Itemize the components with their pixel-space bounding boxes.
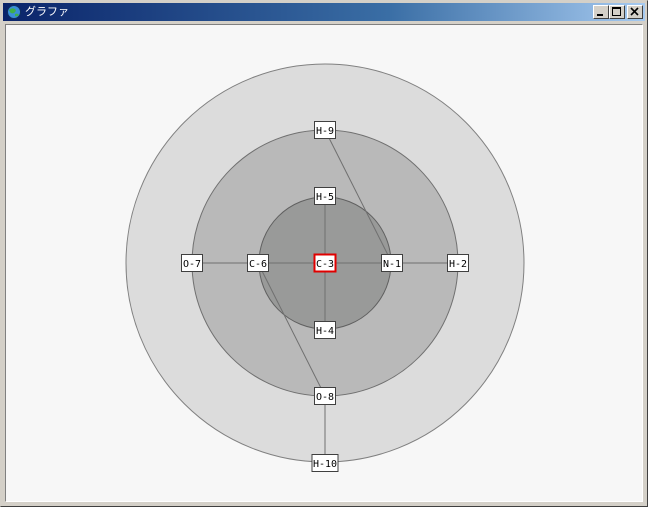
atom-node-c-6[interactable]: C-6 xyxy=(247,254,269,272)
atom-node-o-8[interactable]: O-8 xyxy=(314,387,336,405)
maximize-icon xyxy=(612,7,621,16)
atom-node-label: O-8 xyxy=(316,392,334,403)
maximize-button[interactable] xyxy=(609,5,625,19)
atom-node-label: H-4 xyxy=(316,326,334,337)
minimize-button[interactable] xyxy=(593,5,609,19)
graph-canvas-area[interactable]: C-3 H-9 H-5 N-1 H-2 O-7 C-6 H-4 O-8 H-10 xyxy=(5,24,643,502)
atom-node-label: H-9 xyxy=(316,126,334,137)
atom-node-h-9[interactable]: H-9 xyxy=(314,121,336,139)
close-button[interactable] xyxy=(627,5,643,19)
minimize-icon xyxy=(597,14,603,16)
close-icon xyxy=(630,7,639,16)
atom-node-label: H-2 xyxy=(449,259,467,270)
title-bar[interactable]: グラファ xyxy=(3,3,645,21)
atom-node-label: C-6 xyxy=(249,259,267,270)
atom-node-c-3[interactable]: C-3 xyxy=(313,253,337,273)
atom-node-o-7[interactable]: O-7 xyxy=(181,254,203,272)
atom-node-label: N-1 xyxy=(383,259,401,270)
atom-node-h-10[interactable]: H-10 xyxy=(311,454,339,472)
app-window: グラファ C-3 H-9 H-5 N-1 H-2 O-7 C-6 H-4 O-8 H-10 xyxy=(0,0,648,507)
app-globe-icon xyxy=(7,5,21,19)
atom-node-n-1[interactable]: N-1 xyxy=(381,254,403,272)
atom-node-label: C-3 xyxy=(316,259,334,270)
atom-node-label: O-7 xyxy=(183,259,201,270)
atom-node-h-5[interactable]: H-5 xyxy=(314,187,336,205)
atom-node-h-4[interactable]: H-4 xyxy=(314,321,336,339)
atom-node-h-2[interactable]: H-2 xyxy=(447,254,469,272)
window-title: グラファ xyxy=(25,5,69,18)
molecule-graph[interactable]: C-3 H-9 H-5 N-1 H-2 O-7 C-6 H-4 O-8 H-10 xyxy=(6,25,642,501)
atom-node-label: H-10 xyxy=(313,459,337,470)
atom-node-label: H-5 xyxy=(316,192,334,203)
